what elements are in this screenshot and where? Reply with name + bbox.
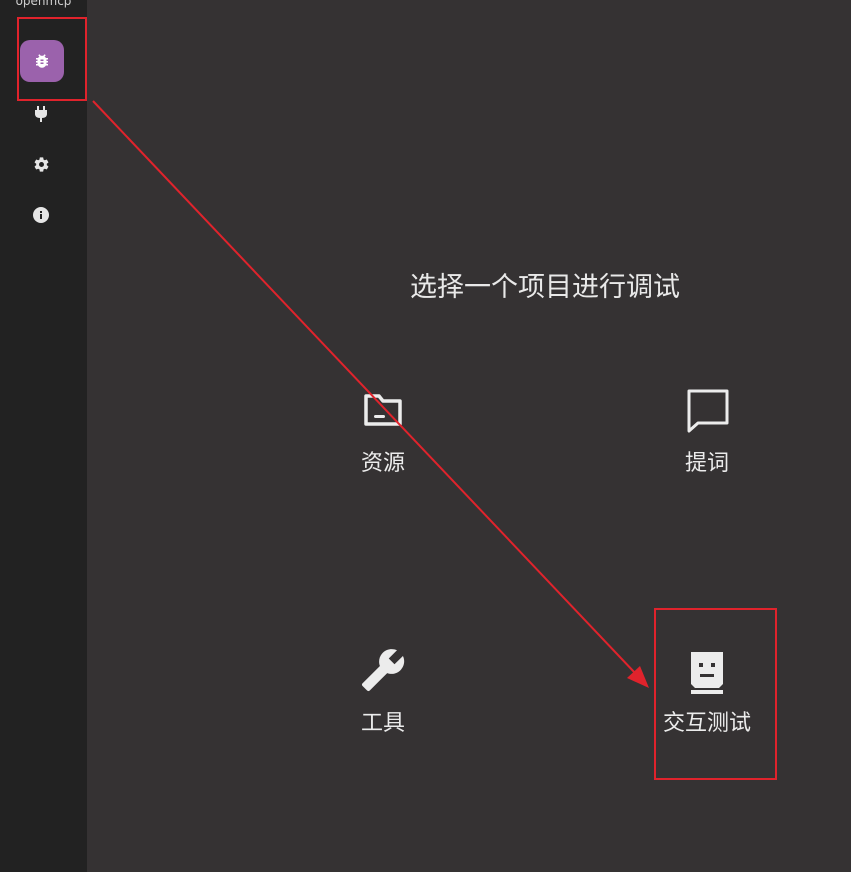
app-name: openmcp [15, 0, 72, 8]
option-resources-icon-wrap [358, 385, 408, 435]
sidebar-item-settings[interactable] [20, 149, 62, 179]
app-window: openmcp 选择一个项目进行调试 资源 提词 工具 交互测试 [0, 0, 851, 872]
plug-icon [35, 106, 47, 122]
info-icon [33, 207, 49, 223]
option-prompts-label: 提词 [684, 451, 729, 476]
sidebar: openmcp [0, 0, 87, 872]
option-tools-icon-wrap [358, 645, 408, 695]
folder-icon [364, 394, 402, 426]
sidebar-item-about[interactable] [20, 200, 62, 230]
chat-bubble-icon [687, 389, 729, 433]
sidebar-item-connect[interactable] [20, 99, 62, 129]
option-tools-label: 工具 [360, 711, 405, 736]
option-resources[interactable]: 资源 [318, 385, 448, 477]
gear-icon [34, 156, 48, 172]
option-prompts[interactable]: 提词 [642, 385, 772, 477]
option-tools[interactable]: 工具 [318, 645, 448, 737]
option-prompts-icon-wrap [682, 385, 732, 435]
page-title: 选择一个项目进行调试 [410, 272, 680, 303]
wrench-icon [361, 649, 405, 692]
annotation-box-sidebar [17, 17, 87, 101]
annotation-box-target [654, 608, 777, 780]
option-resources-label: 资源 [360, 451, 405, 476]
